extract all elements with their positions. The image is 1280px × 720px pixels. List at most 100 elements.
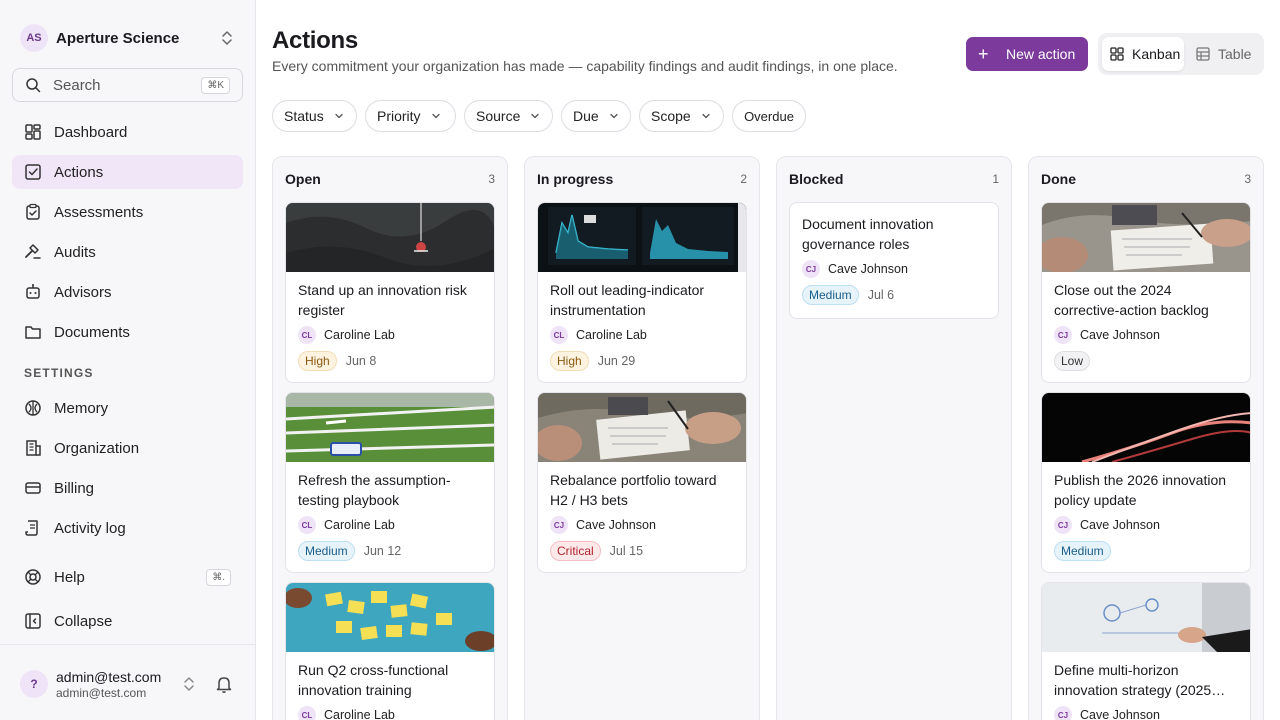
- bell-icon[interactable]: [214, 674, 234, 694]
- nav-label: Documents: [54, 323, 130, 341]
- nav-label: Assessments: [54, 203, 144, 221]
- owner-avatar: CL: [298, 706, 316, 720]
- sidebar-divider: [0, 644, 256, 645]
- nav-dashboard[interactable]: Dashboard: [12, 115, 243, 149]
- due-date: Jul 6: [867, 288, 895, 302]
- chevron-down-icon: [335, 113, 343, 119]
- view-table-button[interactable]: Table: [1188, 37, 1260, 71]
- nav-billing[interactable]: Billing: [12, 471, 243, 505]
- action-card[interactable]: Publish the 2026 innovation policy updat…: [1041, 392, 1251, 573]
- owner-name: Cave Johnson: [1080, 328, 1160, 342]
- column-title: In progress: [537, 171, 614, 187]
- nav-help[interactable]: Help ⌘.: [12, 560, 243, 594]
- nav-documents[interactable]: Documents: [12, 315, 243, 349]
- memory-icon: [25, 400, 41, 416]
- nav-activity-log[interactable]: Activity log: [12, 511, 243, 545]
- card-owner: CJ Cave Johnson: [538, 515, 746, 535]
- view-table-label: Table: [1218, 46, 1252, 62]
- filter-label: Due: [573, 108, 599, 124]
- user-email: admin@test.com: [56, 685, 147, 700]
- priority-badge: Low: [1054, 351, 1091, 371]
- sidebar: AS Aperture Science Search ⌘K Dashboard …: [0, 0, 256, 720]
- view-toggle: Kanban Table: [1098, 33, 1264, 75]
- org-name: Aperture Science: [56, 29, 180, 47]
- org-switcher[interactable]: AS Aperture Science: [12, 20, 244, 56]
- filter-label: Source: [476, 108, 521, 124]
- action-card[interactable]: Define multi-horizon innovation strategy…: [1041, 582, 1251, 720]
- card-title: Run Q2 cross-functional innovation train…: [298, 662, 449, 698]
- column-count: 1: [992, 172, 999, 186]
- nav-label: Audits: [54, 243, 96, 261]
- user-menu[interactable]: ? admin@test.com admin@test.com: [20, 664, 244, 704]
- card-title: Publish the 2026 innovation policy updat…: [1054, 472, 1227, 508]
- card-image: [1042, 583, 1250, 652]
- nav-label: Billing: [54, 479, 95, 497]
- documents-icon: [25, 326, 41, 339]
- kanban-column-open: Open 3 Stand up an innovation risk regis…: [272, 156, 508, 720]
- chevron-down-icon: [610, 113, 618, 119]
- nav-label: Actions: [54, 163, 104, 181]
- due-date: Jul 15: [609, 544, 644, 558]
- card-image: [538, 393, 746, 462]
- billing-icon: [25, 482, 41, 494]
- assessments-icon: [26, 203, 40, 220]
- nav-advisors[interactable]: Advisors: [12, 275, 243, 309]
- card-owner: CL Caroline Lab: [538, 325, 746, 345]
- nav-audits[interactable]: Audits: [12, 235, 243, 269]
- owner-avatar: CJ: [1054, 706, 1072, 720]
- owner-avatar: CL: [298, 516, 316, 534]
- new-action-button[interactable]: + New action: [966, 37, 1088, 71]
- nav-organization[interactable]: Organization: [12, 431, 243, 465]
- action-card[interactable]: Refresh the assumption-testing playbook …: [285, 392, 495, 573]
- owner-name: Cave Johnson: [1080, 518, 1160, 532]
- filter-due[interactable]: Due: [561, 100, 631, 132]
- search-label: Search: [53, 76, 101, 94]
- view-kanban-button[interactable]: Kanban: [1102, 37, 1184, 71]
- filter-scope[interactable]: Scope: [639, 100, 724, 132]
- owner-name: Caroline Lab: [324, 708, 395, 720]
- kanban-column-in-progress: In progress 2 Roll out leading-indicator…: [524, 156, 760, 720]
- filter-label: Priority: [377, 108, 421, 124]
- nav-label: Help: [54, 568, 85, 586]
- due-date: Jun 12: [363, 544, 402, 558]
- action-card[interactable]: Stand up an innovation risk register CL …: [285, 202, 495, 383]
- due-date: Jun 29: [597, 354, 636, 368]
- card-image: [286, 393, 494, 462]
- card-title: Stand up an innovation risk register: [298, 282, 467, 318]
- card-image: [286, 203, 494, 272]
- chevron-up-down-icon: [184, 677, 194, 691]
- action-card[interactable]: Document innovation governance roles CJ …: [789, 202, 999, 319]
- chevron-up-down-icon: [222, 31, 232, 45]
- search-shortcut: ⌘K: [201, 76, 230, 94]
- owner-avatar: CJ: [802, 260, 820, 278]
- nav-label: Collapse: [54, 612, 113, 630]
- filter-priority[interactable]: Priority: [365, 100, 456, 132]
- nav-actions[interactable]: Actions: [12, 155, 243, 189]
- card-owner: CL Caroline Lab: [286, 325, 494, 345]
- filter-status[interactable]: Status: [272, 100, 357, 132]
- nav-assessments[interactable]: Assessments: [12, 195, 243, 229]
- chevron-down-icon: [702, 113, 710, 119]
- card-owner: CL Caroline Lab: [286, 515, 494, 535]
- filter-source[interactable]: Source: [464, 100, 553, 132]
- action-card[interactable]: Rebalance portfolio toward H2 / H3 bets …: [537, 392, 747, 573]
- filter-overdue[interactable]: Overdue: [732, 100, 806, 132]
- priority-badge: Medium: [1054, 541, 1111, 561]
- dashboard-icon: [25, 124, 41, 140]
- audits-icon: [25, 244, 41, 259]
- search-input[interactable]: Search ⌘K: [12, 68, 243, 102]
- card-title: Close out the 2024 corrective-action bac…: [1054, 282, 1209, 318]
- owner-avatar: CL: [550, 326, 568, 344]
- card-owner: CJ Cave Johnson: [1042, 515, 1250, 535]
- card-title: Rebalance portfolio toward H2 / H3 bets: [550, 472, 717, 508]
- action-card[interactable]: Close out the 2024 corrective-action bac…: [1041, 202, 1251, 383]
- collapse-button[interactable]: Collapse: [12, 604, 243, 638]
- organization-icon: [26, 440, 41, 456]
- card-image: [1042, 393, 1250, 462]
- priority-badge: Medium: [298, 541, 355, 561]
- nav-memory[interactable]: Memory: [12, 391, 243, 425]
- action-card[interactable]: Roll out leading-indicator instrumentati…: [537, 202, 747, 383]
- chevron-down-icon: [431, 113, 440, 119]
- action-card[interactable]: Run Q2 cross-functional innovation train…: [285, 582, 495, 720]
- plus-icon: +: [978, 43, 989, 64]
